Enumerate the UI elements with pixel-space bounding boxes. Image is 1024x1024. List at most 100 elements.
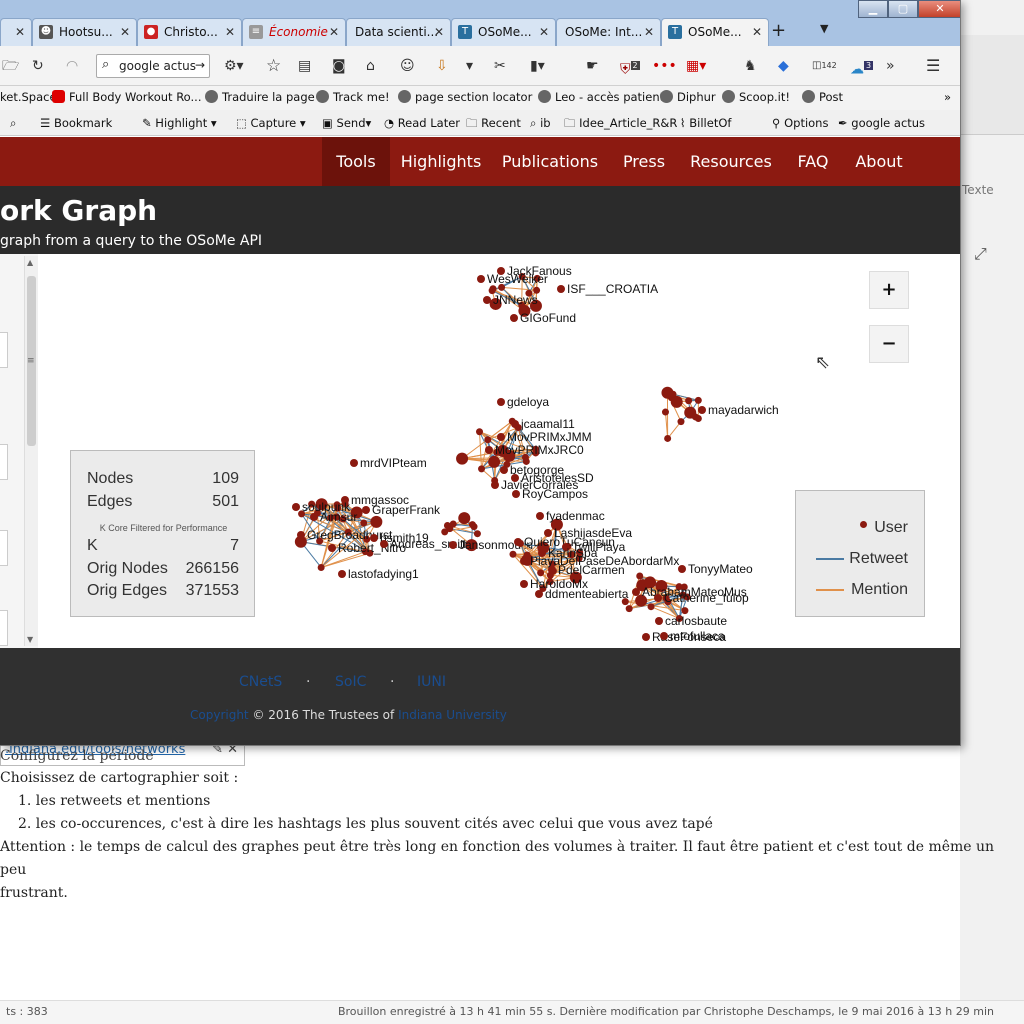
graph-node[interactable] xyxy=(338,570,346,578)
new-tab-button[interactable]: + xyxy=(771,20,786,41)
graph-node[interactable] xyxy=(654,594,662,602)
close-tab-icon[interactable]: ✕ xyxy=(329,25,339,39)
bookmark-item[interactable]: Post xyxy=(802,90,843,104)
zoom-out-button[interactable]: − xyxy=(869,325,909,363)
nav-press[interactable]: Press xyxy=(612,137,676,186)
search-box[interactable]: ⌕ google actus → xyxy=(96,54,210,78)
bookmark-item[interactable]: Leo - accès patient xyxy=(538,90,664,104)
graph-node[interactable] xyxy=(647,603,655,611)
graph-node[interactable] xyxy=(478,465,486,473)
graph-node[interactable] xyxy=(485,446,493,454)
maximize-button[interactable]: ▢ xyxy=(888,0,918,18)
graph-node[interactable] xyxy=(677,418,685,426)
nav-highlights[interactable]: Highlights xyxy=(392,137,490,186)
folder-icon[interactable]: 🗁 xyxy=(2,53,19,79)
close-tab-icon[interactable]: ✕ xyxy=(434,25,444,39)
indiana-link[interactable]: Indiana University xyxy=(398,708,507,722)
graph-node[interactable] xyxy=(317,563,325,571)
graph-node[interactable] xyxy=(621,598,629,606)
footer-link-iuni[interactable]: IUNI xyxy=(417,674,446,690)
graph-node[interactable] xyxy=(362,506,370,514)
tab-osome-1[interactable]: T OSoMe... ✕ xyxy=(451,18,556,46)
tab-economie[interactable]: ≡ Économie ✕ xyxy=(242,18,346,46)
graph-node[interactable] xyxy=(520,580,528,588)
ublock-icon[interactable]: ⛨ 2 xyxy=(620,53,640,79)
tab-data-science[interactable]: Data scienti... ✕ xyxy=(346,18,451,46)
nav-publications[interactable]: Publications xyxy=(494,137,606,186)
scroll-down-icon[interactable]: ▼ xyxy=(27,635,33,644)
toolbar-item[interactable]: 🗀 Idee_Article_R&R xyxy=(564,116,677,135)
graph-node[interactable] xyxy=(636,572,644,580)
extension-icon[interactable]: ♞ xyxy=(744,53,757,79)
close-tab-icon[interactable]: ✕ xyxy=(120,25,130,39)
graph-node[interactable] xyxy=(328,544,336,552)
graph-node[interactable] xyxy=(655,617,663,625)
toolbar-item[interactable]: ⌕ ib xyxy=(530,116,551,131)
query-field[interactable] xyxy=(0,530,8,566)
graph-node[interactable] xyxy=(477,275,485,283)
graph-node[interactable] xyxy=(678,565,686,573)
graph-node[interactable] xyxy=(520,557,528,565)
counter-icon[interactable]: ◫142 xyxy=(812,53,837,79)
footer-link-cnets[interactable]: CNetS xyxy=(239,674,282,690)
footer-link-soic[interactable]: SoIC xyxy=(335,674,366,690)
graph-node[interactable] xyxy=(497,433,505,441)
tab-partial[interactable]: ✕ xyxy=(0,18,32,46)
extension-icon[interactable]: ▦▾ xyxy=(686,53,706,79)
graph-node[interactable] xyxy=(694,396,702,404)
graph-node[interactable] xyxy=(370,515,383,528)
rss-icon[interactable]: ◠ xyxy=(66,53,78,79)
graph-node[interactable] xyxy=(470,523,478,531)
graph-node[interactable] xyxy=(660,632,668,640)
close-tab-icon[interactable]: ✕ xyxy=(15,25,25,39)
close-window-button[interactable]: ✕ xyxy=(918,0,960,18)
overflow-chevron-icon[interactable]: » xyxy=(886,53,895,79)
graph-node[interactable] xyxy=(497,398,505,406)
extension-icon[interactable]: ☁ 3 xyxy=(850,53,874,79)
go-arrow-icon[interactable]: → xyxy=(195,58,205,72)
tab-hootsuite[interactable]: ☻ Hootsu... ✕ xyxy=(32,18,137,46)
nav-resources[interactable]: Resources xyxy=(682,137,780,186)
clipboard-icon[interactable]: ▮▾ xyxy=(530,53,545,79)
graph-node[interactable] xyxy=(488,455,501,468)
graph-node[interactable] xyxy=(380,540,388,548)
graph-node[interactable] xyxy=(484,436,492,444)
graph-node[interactable] xyxy=(458,512,471,525)
close-tab-icon[interactable]: ✕ xyxy=(752,25,762,39)
home-icon[interactable]: ⌂ xyxy=(366,53,375,79)
query-field[interactable] xyxy=(0,610,8,646)
pocket-icon[interactable]: ◙ xyxy=(332,53,346,79)
panel-scrollbar[interactable]: ▲ ≡ ▼ xyxy=(24,256,38,646)
graph-node[interactable] xyxy=(491,481,499,489)
graph-node[interactable] xyxy=(310,513,318,521)
close-tab-icon[interactable]: ✕ xyxy=(225,25,235,39)
toolbar-item[interactable]: ⌇ BilletOf xyxy=(680,116,731,130)
toolbar-item[interactable]: ⬚ Capture ▾ xyxy=(236,116,306,130)
expand-icon[interactable]: ⤢ xyxy=(974,244,987,264)
graph-node[interactable] xyxy=(669,390,677,398)
tab-list-dropdown-icon[interactable]: ▼ xyxy=(820,22,828,35)
bookmark-item[interactable]: ket.Space xyxy=(0,90,57,104)
download-icon[interactable]: ⇩ xyxy=(436,53,448,79)
graph-node[interactable] xyxy=(698,406,706,414)
zoom-in-button[interactable]: + xyxy=(869,271,909,309)
menu-hamburger-icon[interactable]: ☰ xyxy=(926,53,940,79)
bookmarks-list-icon[interactable]: ▤ xyxy=(298,53,311,79)
extension-icon[interactable]: ☛ xyxy=(586,53,599,79)
bookmark-item[interactable]: Traduire la page xyxy=(205,90,315,104)
graph-node[interactable] xyxy=(548,566,556,574)
graph-node[interactable] xyxy=(292,503,300,511)
extension-icon[interactable]: ••• xyxy=(652,53,677,79)
graph-node[interactable] xyxy=(625,605,633,613)
query-field[interactable] xyxy=(0,332,8,368)
graph-node[interactable] xyxy=(297,531,305,539)
graph-node[interactable] xyxy=(512,490,520,498)
extension-icon[interactable]: ✂ xyxy=(494,53,506,79)
toolbar-item[interactable]: ✎ Highlight ▾ xyxy=(142,116,217,130)
extension-icon[interactable]: ⚙▾ xyxy=(224,53,244,79)
chat-icon[interactable]: ☺ xyxy=(400,53,415,79)
tab-osome-2[interactable]: OSoMe: Int... ✕ xyxy=(556,18,661,46)
nav-tools[interactable]: Tools xyxy=(322,137,390,186)
graph-node[interactable] xyxy=(441,528,449,536)
graph-node[interactable] xyxy=(511,420,519,428)
